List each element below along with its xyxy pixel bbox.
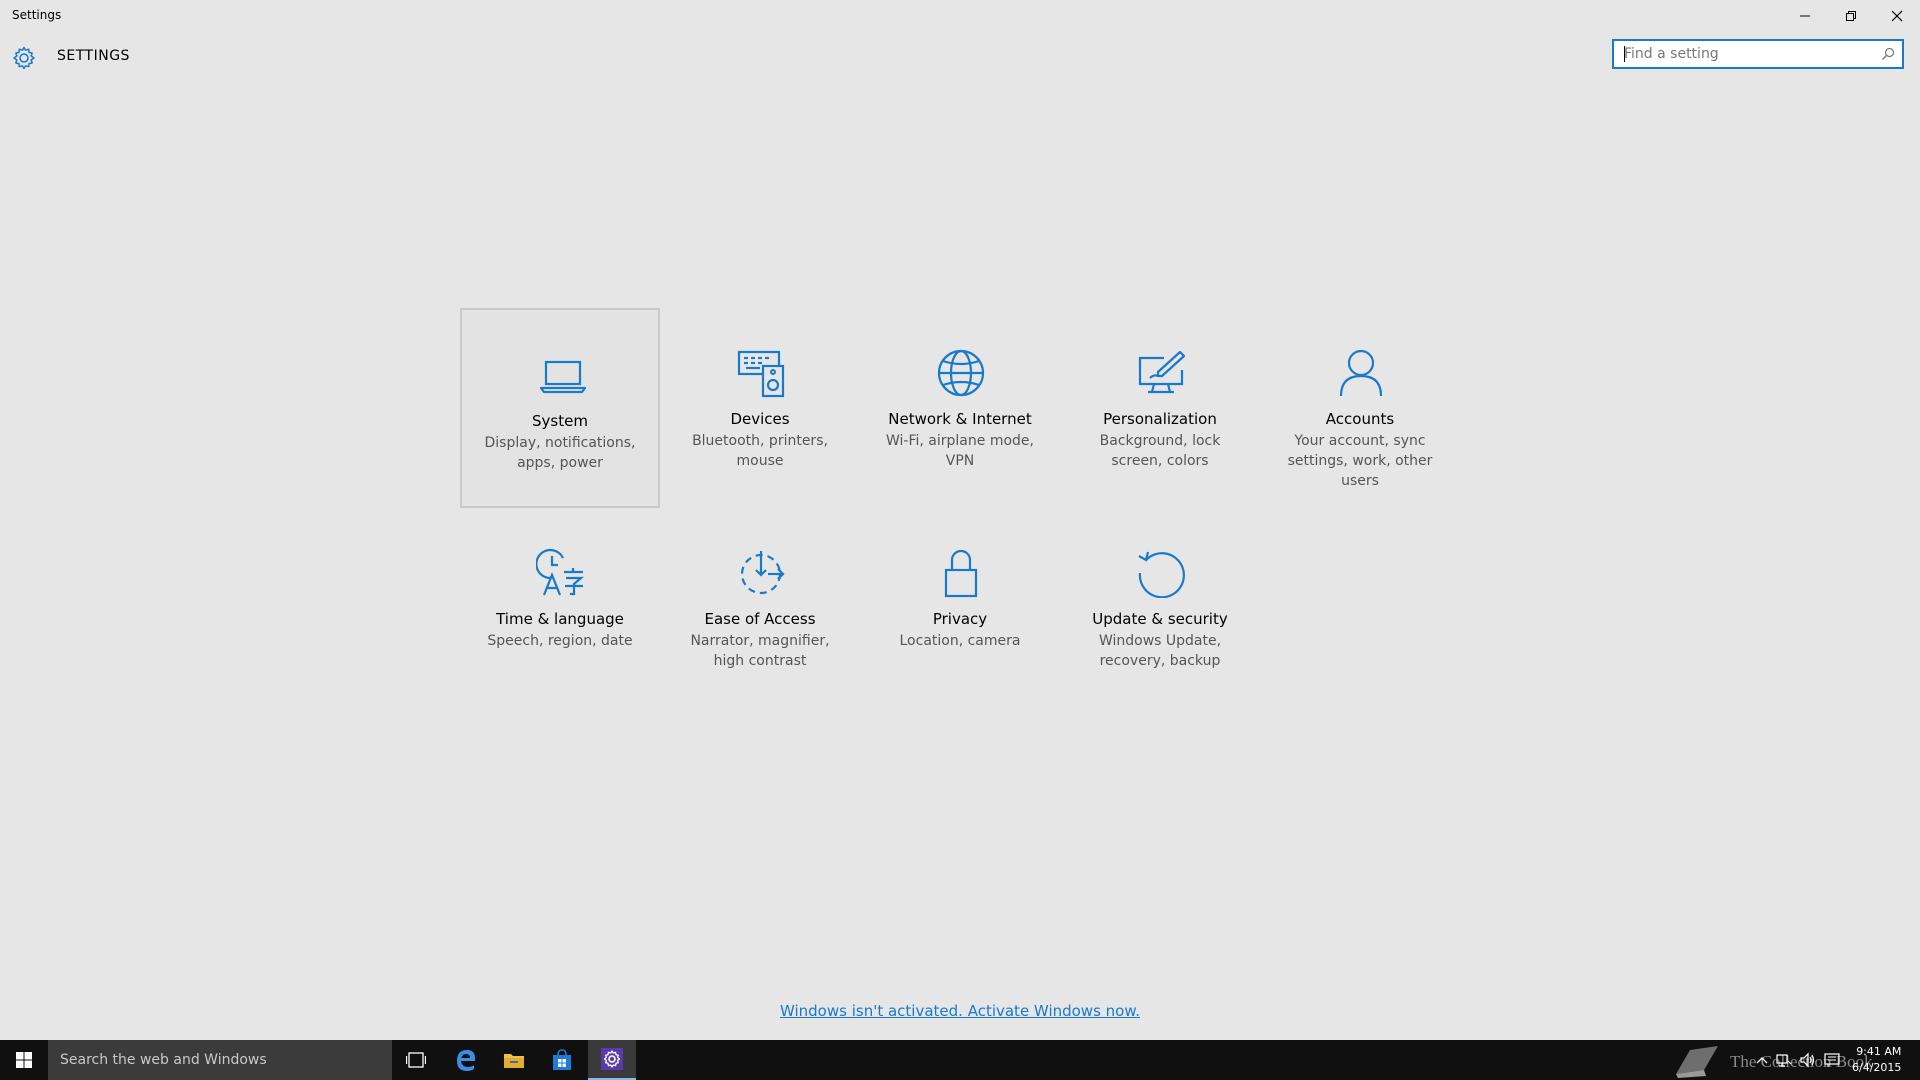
- window-controls: [1782, 0, 1920, 32]
- refresh-icon: [1138, 551, 1185, 598]
- tile-ease-of-access[interactable]: Ease of Access Narrator, magnifier, high…: [660, 508, 860, 708]
- page-title: SETTINGS: [57, 48, 130, 64]
- time-language-icon: [536, 548, 584, 596]
- task-view-icon: [406, 1052, 426, 1068]
- taskbar-search-text: Search the web and Windows: [60, 1052, 267, 1068]
- activate-windows-link[interactable]: Windows isn't activated. Activate Window…: [0, 1002, 1920, 1020]
- tile-update-security[interactable]: Update & security Windows Update, recove…: [1060, 508, 1260, 708]
- tile-description: Background, lock screen, colors: [1099, 433, 1221, 469]
- gear-icon: [13, 46, 35, 70]
- ease-of-access-icon: [740, 551, 785, 595]
- personalization-icon: [1138, 350, 1186, 394]
- tile-description: Wi-Fi, airplane mode, VPN: [886, 433, 1034, 469]
- tile-system[interactable]: System Display, notifications, apps, pow…: [460, 308, 660, 508]
- minimize-icon: [1800, 15, 1810, 17]
- minimize-button[interactable]: [1782, 0, 1828, 32]
- tile-time-language[interactable]: Time & language Speech, region, date: [460, 508, 660, 708]
- tile-privacy[interactable]: Privacy Location, camera: [860, 508, 1060, 708]
- tile-name: Time & language: [496, 610, 624, 628]
- windows-logo-icon: [16, 1052, 32, 1068]
- tile-name: Update & security: [1092, 610, 1228, 628]
- volume-icon[interactable]: [1800, 1052, 1816, 1068]
- store-icon: [553, 1049, 571, 1070]
- person-icon: [1339, 349, 1383, 397]
- search-icon[interactable]: [1881, 47, 1895, 61]
- devices-icon: [737, 350, 785, 398]
- tile-name: Ease of Access: [704, 610, 816, 628]
- start-button[interactable]: [0, 1040, 48, 1080]
- tile-description: Speech, region, date: [487, 633, 633, 649]
- find-setting-search[interactable]: [1612, 39, 1904, 69]
- tile-name: Devices: [730, 410, 790, 428]
- action-center-icon[interactable]: [1824, 1052, 1840, 1068]
- file-explorer-button[interactable]: [490, 1040, 538, 1080]
- tile-name: Accounts: [1325, 410, 1395, 428]
- restore-icon: [1846, 11, 1856, 21]
- chevron-up-icon[interactable]: [1754, 1052, 1770, 1068]
- window-title: Settings: [12, 8, 62, 22]
- tile-name: Network & Internet: [888, 410, 1032, 428]
- tile-accounts[interactable]: Accounts Your account, sync settings, wo…: [1260, 308, 1460, 508]
- taskbar-search-box[interactable]: Search the web and Windows: [48, 1040, 392, 1080]
- close-button[interactable]: [1874, 0, 1920, 32]
- settings-gear-icon: [601, 1048, 623, 1070]
- globe-icon: [937, 349, 985, 397]
- clock-time: 9:41 AM: [1856, 1045, 1902, 1058]
- title-bar: Settings: [0, 0, 1920, 32]
- clock[interactable]: 9:41 AM 6/4/2015: [1852, 1044, 1901, 1076]
- close-icon: [1891, 10, 1903, 22]
- tile-personalization[interactable]: Personalization Background, lock screen,…: [1060, 308, 1260, 508]
- tile-name: System: [532, 412, 588, 430]
- tile-name: Privacy: [932, 610, 988, 628]
- edge-browser-button[interactable]: [442, 1040, 490, 1080]
- tile-name: Personalization: [1103, 410, 1217, 428]
- text-caret: [1624, 46, 1625, 62]
- lock-icon: [944, 549, 978, 598]
- tile-description: Display, notifications, apps, power: [484, 435, 636, 471]
- tile-description: Narrator, magnifier, high contrast: [690, 633, 830, 669]
- tile-devices[interactable]: Devices Bluetooth, printers, mouse: [660, 308, 860, 508]
- tile-network-internet[interactable]: Network & Internet Wi-Fi, airplane mode,…: [860, 308, 1060, 508]
- tile-description: Location, camera: [899, 633, 1021, 649]
- book-watermark-icon: [1676, 1046, 1718, 1078]
- store-button[interactable]: [538, 1040, 586, 1080]
- folder-icon: [504, 1054, 524, 1068]
- tile-description: Your account, sync settings, work, other…: [1287, 433, 1433, 489]
- tile-description: Bluetooth, printers, mouse: [692, 433, 828, 469]
- edge-icon: [457, 1050, 476, 1071]
- task-view-button[interactable]: [392, 1040, 440, 1080]
- clock-date: 6/4/2015: [1852, 1061, 1902, 1074]
- restore-button[interactable]: [1828, 0, 1874, 32]
- network-icon[interactable]: [1776, 1052, 1792, 1068]
- settings-taskbar-button[interactable]: [588, 1040, 636, 1080]
- tile-description: Windows Update, recovery, backup: [1098, 633, 1222, 669]
- taskbar: Search the web and Windows The Collectio…: [0, 1040, 1920, 1080]
- laptop-icon: [539, 360, 587, 394]
- search-input[interactable]: [1614, 41, 1874, 67]
